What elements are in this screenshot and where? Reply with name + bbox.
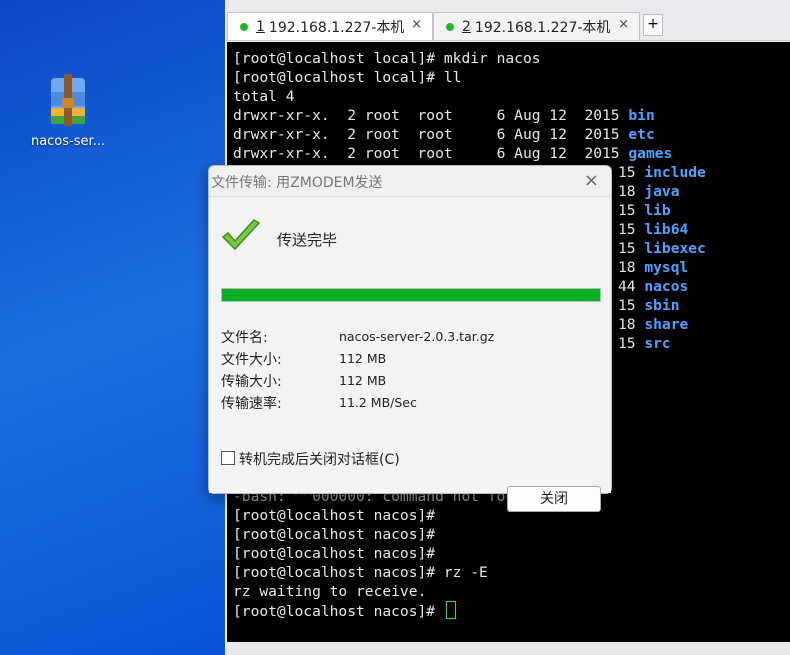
desktop-icon-label: nacos-ser... xyxy=(30,134,106,149)
directory-name: bin xyxy=(628,107,655,124)
progress-fill xyxy=(222,289,600,301)
terminal-line: drwxr-xr-x. 2 root root 6 Aug 12 2015 et… xyxy=(233,125,655,144)
terminal-line: [root@localhost nacos]# xyxy=(233,601,456,620)
terminal-line: [root@localhost local]# mkdir nacos xyxy=(233,50,541,67)
terminal-line: drwxr-xr-x. 2 root root 6 Aug 12 2015 ga… xyxy=(233,144,672,163)
terminal-line: 15 libexec xyxy=(618,239,706,258)
ls-row-prefix: 15 xyxy=(618,164,645,181)
directory-name: mysql xyxy=(644,259,689,276)
desktop: nacos-ser... xyxy=(0,0,225,655)
auto-close-label[interactable]: 转机完成后关闭对话框(C) xyxy=(239,449,400,469)
directory-name: lib64 xyxy=(644,221,689,238)
terminal-cursor xyxy=(445,601,456,619)
tab-label: 192.168.1.227-本机 xyxy=(268,19,405,36)
terminal-line: 15 include xyxy=(618,163,706,182)
terminal-line: [root@localhost local]# ll xyxy=(233,69,462,86)
tab-session-2[interactable]: 2 192.168.1.227-本机 × xyxy=(433,12,640,40)
tab-close-icon[interactable]: × xyxy=(618,17,629,32)
directory-name: include xyxy=(644,164,706,181)
terminal-line: 15 sbin xyxy=(618,296,680,315)
ls-row-prefix: drwxr-xr-x. 2 root root 6 Aug 12 2015 xyxy=(233,107,629,124)
terminal-line: [root@localhost nacos]# xyxy=(233,507,436,524)
terminal-line: drwxr-xr-x. 2 root root 6 Aug 12 2015 bi… xyxy=(233,106,655,125)
filename-value: nacos-server-2.0.3.tar.gz xyxy=(339,329,495,344)
ls-row-prefix: 15 xyxy=(618,335,645,352)
file-size-value: 112 MB xyxy=(339,351,387,366)
terminal-line: 18 share xyxy=(618,315,688,334)
terminal-line: rz waiting to receive. xyxy=(233,583,427,600)
directory-name: lib xyxy=(644,202,671,219)
transferred-size-value: 112 MB xyxy=(339,373,387,388)
connected-dot-icon xyxy=(240,22,248,31)
terminal-line: 18 mysql xyxy=(618,258,688,277)
terminal-line: total 4 xyxy=(233,88,295,105)
directory-name: libexec xyxy=(644,240,706,257)
directory-name: sbin xyxy=(644,297,680,314)
directory-name: nacos xyxy=(644,278,689,295)
ls-row-prefix: 44 xyxy=(618,278,645,295)
directory-name: etc xyxy=(628,126,655,143)
ls-row-prefix: 15 xyxy=(618,297,645,314)
transferred-size-label: 传输大小: xyxy=(221,374,282,390)
transfer-status: 传送完毕 xyxy=(277,231,338,249)
file-size-label: 文件大小: xyxy=(221,352,282,368)
transfer-rate-value: 11.2 MB/Sec xyxy=(339,395,417,410)
terminal-line: [root@localhost nacos]# rz -E xyxy=(233,564,488,581)
tab-label: 192.168.1.227-本机 xyxy=(474,19,611,36)
tab-bar: 1 192.168.1.227-本机 × 2 192.168.1.227-本机 … xyxy=(225,0,790,41)
transfer-progress-bar xyxy=(221,288,601,302)
tab-session-1[interactable]: 1 192.168.1.227-本机 × xyxy=(227,12,433,40)
ls-row-prefix: 15 xyxy=(618,221,645,238)
dialog-body: 传送完毕 文件名: nacos-server-2.0.3.tar.gz 文件大小… xyxy=(209,197,611,512)
terminal-line: 18 java xyxy=(618,182,680,201)
ls-row-prefix: 15 xyxy=(618,202,645,219)
auto-close-checkbox[interactable] xyxy=(221,451,235,465)
ls-row-prefix: 18 xyxy=(618,259,645,276)
directory-name: share xyxy=(644,316,689,333)
terminal-line: [root@localhost nacos]# xyxy=(233,545,436,562)
terminal-line: [root@localhost nacos]# xyxy=(233,526,436,543)
directory-name: games xyxy=(628,145,673,162)
zmodem-transfer-dialog: 文件传输: 用ZMODEM发送 × 传送完毕 文件名: nacos-server… xyxy=(208,165,612,512)
dialog-title: 文件传输: 用ZMODEM发送 xyxy=(211,175,383,191)
transfer-rate-label: 传输速率: xyxy=(221,396,282,412)
close-button[interactable]: 关闭 xyxy=(507,486,601,512)
tab-close-icon[interactable]: × xyxy=(411,17,422,32)
winrar-archive-icon xyxy=(37,72,99,132)
terminal-line: 15 lib64 xyxy=(618,220,688,239)
status-bar xyxy=(225,642,790,655)
dialog-close-icon[interactable]: × xyxy=(584,170,599,191)
filename-label: 文件名: xyxy=(221,330,268,346)
ls-row-prefix: drwxr-xr-x. 2 root root 6 Aug 12 2015 xyxy=(233,126,629,143)
connected-dot-icon xyxy=(446,22,454,31)
ls-row-prefix: drwxr-xr-x. 2 root root 6 Aug 12 2015 xyxy=(233,145,629,162)
terminal-line: 44 nacos xyxy=(618,277,688,296)
ls-row-prefix: 18 xyxy=(618,316,645,333)
terminal-line: 15 lib xyxy=(618,201,671,220)
directory-name: src xyxy=(644,335,671,352)
new-tab-button[interactable]: + xyxy=(643,14,663,36)
checkmark-icon xyxy=(221,219,261,259)
ls-row-prefix: 18 xyxy=(618,183,645,200)
terminal-line: 15 src xyxy=(618,334,671,353)
tab-number: 2 xyxy=(462,18,471,35)
tab-number: 1 xyxy=(256,18,265,35)
desktop-file-icon[interactable]: nacos-ser... xyxy=(22,72,114,149)
directory-name: java xyxy=(644,183,680,200)
ls-row-prefix: 15 xyxy=(618,240,645,257)
